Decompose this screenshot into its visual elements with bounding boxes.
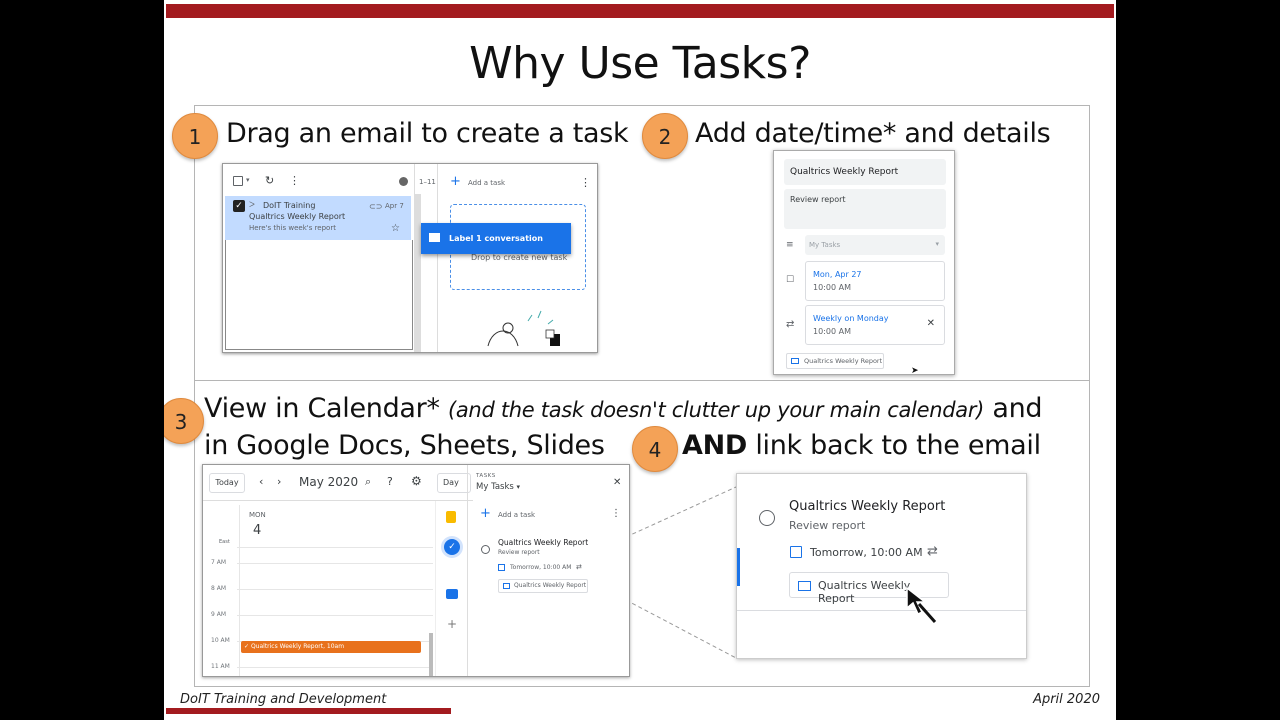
keep-icon[interactable] bbox=[446, 511, 456, 523]
envelope-icon bbox=[798, 581, 811, 591]
add-addon-icon[interactable]: + bbox=[447, 617, 457, 631]
tasks-icon[interactable]: ✓ bbox=[444, 539, 460, 555]
add-task-label[interactable]: Add a task bbox=[498, 511, 535, 519]
add-task-plus-icon[interactable]: + bbox=[480, 507, 491, 520]
task-event-check-icon: ✓ bbox=[244, 643, 250, 650]
divider bbox=[737, 610, 1026, 611]
repeat-icon: ⇄ bbox=[927, 544, 938, 559]
month-label: May 2020 bbox=[299, 475, 359, 489]
calendar-icon bbox=[790, 546, 802, 558]
complete-task-icon[interactable] bbox=[481, 545, 490, 554]
tasks-label: TASKS bbox=[476, 473, 496, 479]
task-event[interactable]: ✓ Qualtrics Weekly Report, 10am bbox=[241, 641, 421, 653]
calendar-header: Today ‹ › May 2020 ⌕ ? ⚙ Day bbox=[203, 465, 473, 501]
help-icon[interactable]: ? bbox=[387, 475, 393, 488]
repeat-icon: ⇄ bbox=[576, 563, 582, 571]
slide: Why Use Tasks? 1 Drag an email to create… bbox=[164, 0, 1116, 720]
hour-line bbox=[237, 667, 433, 668]
contacts-icon[interactable] bbox=[446, 589, 458, 599]
calendar-icon bbox=[498, 564, 505, 571]
hour-label: 10 AM bbox=[211, 637, 230, 644]
chevron-down-icon: ▾ bbox=[516, 483, 521, 491]
hour-label: 8 AM bbox=[211, 585, 227, 592]
gear-icon[interactable]: ⚙ bbox=[411, 474, 422, 488]
timezone-label: East bbox=[219, 539, 230, 545]
task-details: Review report bbox=[498, 549, 540, 556]
tasks-list-name: My Tasks bbox=[476, 482, 514, 492]
hour-line bbox=[237, 563, 433, 564]
task-due: Tomorrow, 10:00 AM bbox=[810, 546, 923, 559]
calendar-scrollbar[interactable] bbox=[429, 633, 433, 676]
task-details: Review report bbox=[789, 519, 866, 532]
hour-label: 11 AM bbox=[211, 663, 230, 670]
envelope-icon bbox=[503, 583, 510, 589]
complete-task-icon[interactable] bbox=[759, 510, 775, 526]
task-due: Tomorrow, 10:00 AM bbox=[510, 564, 572, 571]
time-gutter bbox=[239, 505, 240, 676]
email-link-zoom-screenshot: Qualtrics Weekly Report Review report To… bbox=[736, 473, 1027, 659]
email-link-label: Qualtrics Weekly Report bbox=[514, 582, 587, 589]
task-event-label: Qualtrics Weekly Report, 10am bbox=[250, 643, 345, 650]
close-icon[interactable]: ✕ bbox=[613, 477, 621, 488]
day-name: MON bbox=[249, 511, 266, 519]
view-select[interactable]: Day bbox=[437, 473, 471, 493]
footer-date: April 2020 bbox=[1033, 692, 1100, 707]
side-app-bar: ✓ + bbox=[435, 501, 467, 676]
tasks-panel: TASKS My Tasks ▾ ✕ + Add a task ⋮ Qualtr… bbox=[467, 465, 629, 676]
task-title: Qualtrics Weekly Report bbox=[789, 499, 946, 514]
email-link-chip[interactable]: Qualtrics Weekly Report bbox=[498, 579, 588, 593]
hour-line bbox=[237, 547, 433, 548]
search-icon[interactable]: ⌕ bbox=[365, 475, 371, 489]
hour-label: 9 AM bbox=[211, 611, 227, 618]
hour-label: 7 AM bbox=[211, 559, 227, 566]
calendar-screenshot: Today ‹ › May 2020 ⌕ ? ⚙ Day MON 4 East … bbox=[202, 464, 630, 677]
next-icon[interactable]: › bbox=[277, 475, 281, 488]
cursor-arrow-icon bbox=[906, 586, 937, 623]
footer-accent-bar bbox=[166, 708, 451, 714]
hour-line bbox=[237, 615, 433, 616]
tasks-more-icon[interactable]: ⋮ bbox=[611, 508, 621, 519]
hour-line bbox=[237, 589, 433, 590]
tasks-list-select[interactable]: My Tasks ▾ bbox=[476, 482, 520, 492]
selection-indicator bbox=[737, 548, 740, 586]
prev-icon[interactable]: ‹ bbox=[259, 475, 263, 488]
day-number: 4 bbox=[253, 523, 262, 538]
today-button[interactable]: Today bbox=[209, 473, 245, 493]
footer-organization: DoIT Training and Development bbox=[180, 692, 387, 707]
task-title: Qualtrics Weekly Report bbox=[498, 538, 589, 547]
